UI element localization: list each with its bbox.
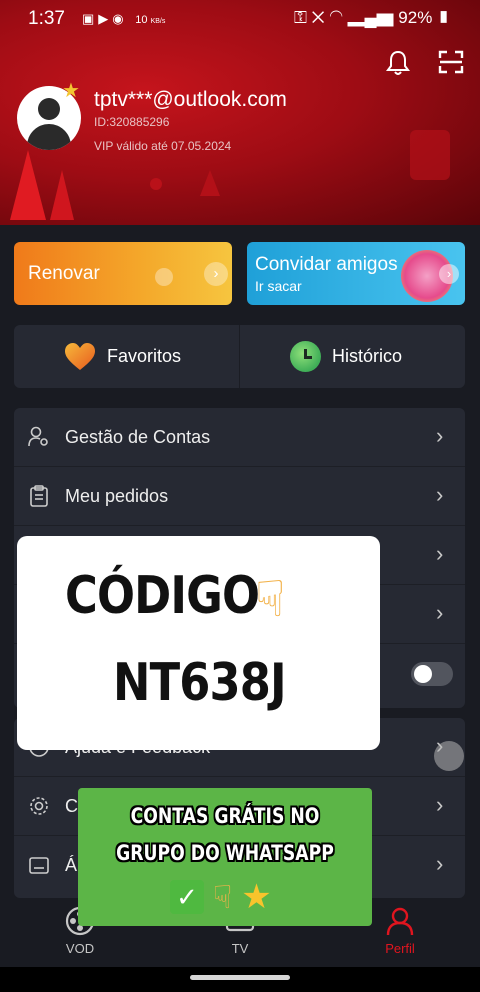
wifi-icon: ◠ (329, 8, 343, 27)
star-icon: ★ (241, 877, 272, 916)
toggle-switch[interactable] (411, 662, 453, 686)
chevron-right-icon: › (204, 262, 228, 286)
menu-item-account-management[interactable]: Gestão de Contas › (14, 408, 465, 467)
header-decoration (410, 130, 450, 180)
menu-item-label: Gestão de Contas (65, 427, 211, 447)
app-icon: ◉ (112, 11, 128, 26)
chevron-right-icon: › (436, 423, 444, 448)
about-icon (29, 857, 49, 874)
bell-icon[interactable] (386, 50, 410, 76)
gesture-bar (0, 967, 480, 992)
menu-item-orders[interactable]: Meu pedidos › (14, 467, 465, 526)
vip-crown-icon: ★ (62, 80, 80, 102)
signal-icon: ▂▄▆ (347, 8, 394, 27)
network-speed-unit: KB/s (150, 18, 166, 25)
profile-icon (386, 907, 414, 936)
heart-icon[interactable] (64, 342, 96, 372)
video-icon: ▶ (98, 11, 113, 26)
system-icons: ⚿ ✕ ◠ ▂▄▆ 92% ▮ (294, 8, 450, 28)
status-time: 1:37 (28, 8, 65, 29)
status-bar: 1:37 ▣▶◉ 10 KB/s ⚿ ✕ ◠ ▂▄▆ 92% ▮ (0, 0, 480, 38)
whatsapp-promo-overlay: CONTAS GRÁTIS NO GRUPO DO WHATSAPP ✓ ☟ ★ (78, 788, 372, 926)
code-title: CÓDIGO (65, 566, 260, 626)
promo-line-1: CONTAS GRÁTIS NO (130, 804, 320, 828)
chevron-right-icon: › (436, 851, 444, 876)
key-icon: ⚿ (293, 8, 307, 27)
tab-label: Perfil (385, 941, 415, 956)
quick-links: Favoritos Histórico (14, 325, 465, 388)
header-decoration (10, 150, 46, 220)
header-decoration (50, 170, 74, 220)
home-indicator[interactable] (190, 975, 290, 980)
menu-item-label: Á (65, 855, 78, 875)
profile-header: 1:37 ▣▶◉ 10 KB/s ⚿ ✕ ◠ ▂▄▆ 92% ▮ ★ tptv*… (0, 0, 480, 225)
battery-icon: ▮ (437, 8, 450, 27)
renew-button[interactable]: Renovar › (14, 242, 232, 305)
header-decoration (150, 178, 162, 190)
chevron-right-icon: › (436, 541, 444, 566)
battery-percent: 92% (398, 8, 433, 27)
chevron-right-icon: › (436, 792, 444, 817)
renew-decoration (155, 268, 173, 286)
clock-hand (304, 356, 312, 359)
code-overlay: CÓDIGO ☟ NT638J (17, 536, 380, 750)
notification-icons: ▣▶◉ 10 KB/s (82, 11, 165, 27)
vip-expiry: VIP válido até 07.05.2024 (94, 139, 232, 153)
tab-profile[interactable]: Perfil (360, 898, 440, 967)
menu-item-label: C (65, 796, 78, 816)
header-decoration (200, 170, 220, 196)
pointing-down-icon: ☟ (212, 878, 233, 915)
promo-code: NT638J (113, 653, 287, 713)
chevron-right-icon: › (439, 264, 459, 284)
check-mark-icon: ✓ (170, 879, 204, 914)
avatar-body (27, 124, 71, 150)
touch-indicator (434, 741, 464, 771)
scan-icon[interactable] (438, 50, 464, 74)
invite-label: Convidar amigos (255, 254, 398, 275)
pointing-down-icon: ☟ (255, 571, 286, 627)
invite-sub-label: Ir sacar (255, 278, 302, 294)
gallery-icon: ▣ (82, 11, 99, 26)
tab-label: VOD (65, 941, 95, 956)
settings-icon (30, 797, 48, 815)
orders-icon (30, 485, 48, 507)
promo-line-2: GRUPO DO WHATSAPP (116, 841, 334, 865)
history-link[interactable]: Histórico (332, 346, 402, 367)
network-speed-value: 10 (135, 14, 148, 26)
chevron-right-icon: › (436, 482, 444, 507)
promo-emojis: ✓ ☟ ★ (170, 876, 272, 915)
account-manage-icon (28, 426, 48, 447)
invite-friends-button[interactable]: Convidar amigos Ir sacar › (247, 242, 465, 305)
menu-item-label: Meu pedidos (65, 486, 169, 506)
user-id: ID:320885296 (94, 115, 170, 129)
avatar-head (38, 98, 60, 120)
clock-icon[interactable] (290, 341, 321, 372)
network-speed: 10 KB/s (135, 14, 165, 26)
mute-icon: ✕ (311, 8, 325, 27)
chevron-right-icon: › (436, 600, 444, 625)
tab-label: TV (231, 941, 249, 956)
favorites-link[interactable]: Favoritos (107, 346, 181, 367)
toggle-knob (414, 665, 432, 683)
renew-label: Renovar (28, 263, 100, 284)
user-email: tptv***@outlook.com (94, 88, 287, 111)
divider (239, 325, 240, 388)
